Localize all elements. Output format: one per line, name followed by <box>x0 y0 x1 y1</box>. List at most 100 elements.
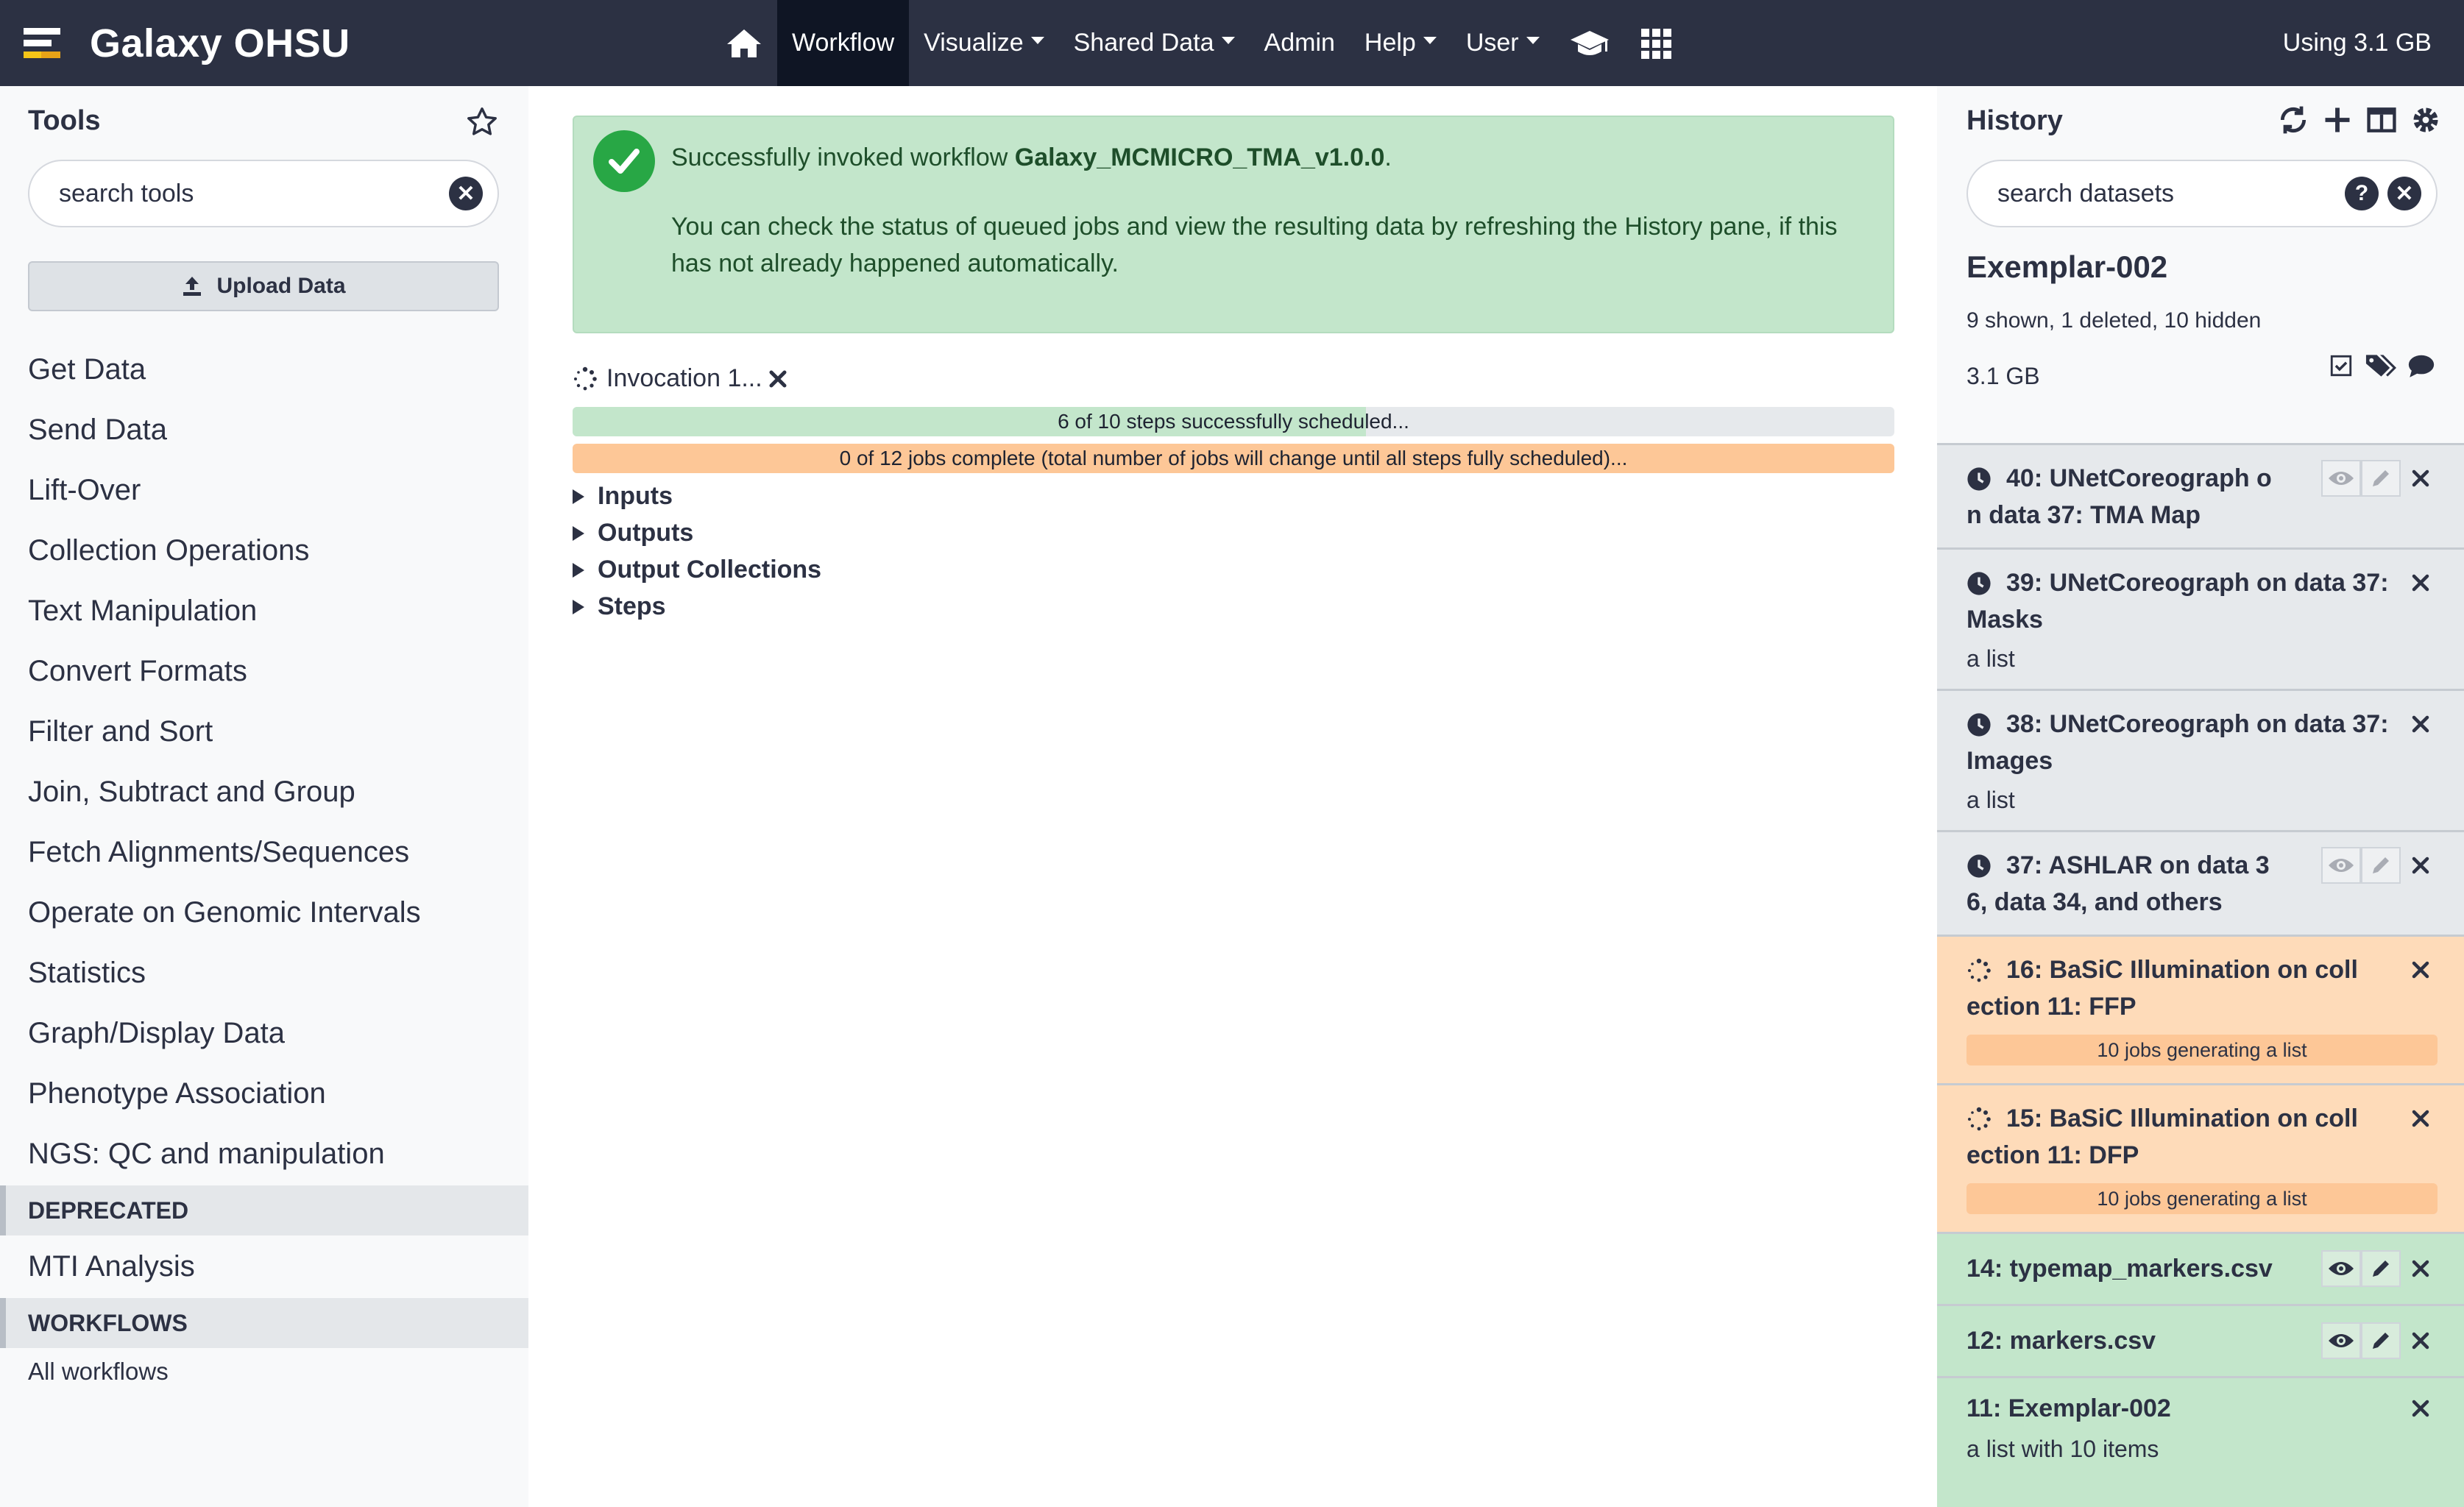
close-icon[interactable] <box>768 369 787 389</box>
nav-admin[interactable]: Admin <box>1250 0 1350 86</box>
grid-icon <box>1640 27 1672 60</box>
nav-home[interactable] <box>711 0 777 86</box>
alert-body: You can check the status of queued jobs … <box>671 213 1838 277</box>
history-item-buttons <box>2401 1100 2440 1137</box>
history-item[interactable]: 12: markers.csv <box>1937 1304 2464 1376</box>
pencil-icon[interactable] <box>2361 1322 2401 1359</box>
tool-section-fetch-alignments[interactable]: Fetch Alignments/Sequences <box>28 836 409 869</box>
history-item[interactable]: 14: typemap_markers.csv <box>1937 1232 2464 1304</box>
tags-icon[interactable] <box>2364 352 2396 379</box>
delete-icon[interactable] <box>2401 460 2440 497</box>
tool-section-graph-display[interactable]: Graph/Display Data <box>28 1017 285 1050</box>
eye-icon[interactable] <box>2321 460 2361 497</box>
galaxy-logo-icon <box>22 22 65 65</box>
help-icon[interactable]: ? <box>2345 177 2379 210</box>
history-item[interactable]: 39: UNetCoreograph on data 37: Masks a l… <box>1937 547 2464 689</box>
caret-right-icon <box>573 562 584 578</box>
tool-section-text-manipulation[interactable]: Text Manipulation <box>28 595 257 628</box>
caret-down-icon <box>1221 36 1235 44</box>
eye-icon[interactable] <box>2321 847 2361 884</box>
delete-icon[interactable] <box>2401 847 2440 884</box>
upload-data-button[interactable]: Upload Data <box>28 261 499 311</box>
delete-icon[interactable] <box>2401 1100 2440 1137</box>
plus-icon[interactable] <box>2321 104 2354 136</box>
delete-icon[interactable] <box>2401 564 2440 601</box>
outputs-toggle[interactable]: Outputs <box>573 519 693 547</box>
nav-apps[interactable] <box>1625 0 1687 86</box>
tool-section-filter-and-sort[interactable]: Filter and Sort <box>28 715 213 748</box>
history-panel-title: History <box>1966 105 2063 136</box>
caret-down-icon <box>1030 36 1044 44</box>
all-workflows-link[interactable]: All workflows <box>28 1358 169 1386</box>
dataset-search-input[interactable]: search datasets ? ✕ <box>1966 160 2438 227</box>
history-item[interactable]: 40: UNetCoreograph o n data 37: TMA Map <box>1937 443 2464 547</box>
history-name[interactable]: Exemplar-002 <box>1966 249 2167 285</box>
star-icon[interactable] <box>465 105 499 139</box>
tool-section-mti-analysis[interactable]: MTI Analysis <box>28 1250 195 1283</box>
history-item-buttons <box>2401 706 2440 742</box>
jobs-progress-text: 0 of 12 jobs complete (total number of j… <box>839 447 1628 469</box>
delete-icon[interactable] <box>2401 1390 2440 1427</box>
gear-icon[interactable] <box>2410 104 2442 136</box>
brand-title: Galaxy OHSU <box>90 21 350 65</box>
nav-help[interactable]: Help <box>1350 0 1451 86</box>
quota-usage[interactable]: Using 3.1 GB <box>2283 0 2432 86</box>
caret-right-icon <box>573 525 584 541</box>
tool-search-placeholder: search tools <box>59 179 194 208</box>
tool-section-send-data[interactable]: Send Data <box>28 414 167 447</box>
tool-search-input[interactable]: search tools ✕ <box>28 160 499 227</box>
inputs-toggle[interactable]: Inputs <box>573 482 673 511</box>
clear-search-icon[interactable]: ✕ <box>2387 177 2421 210</box>
tool-section-collection-operations[interactable]: Collection Operations <box>28 534 309 567</box>
tool-section-genomic-intervals[interactable]: Operate on Genomic Intervals <box>28 896 421 929</box>
delete-icon[interactable] <box>2401 951 2440 988</box>
history-item-buttons <box>2401 1390 2440 1427</box>
output-collections-toggle[interactable]: Output Collections <box>573 556 821 584</box>
nav-workflow[interactable]: Workflow <box>777 0 910 86</box>
history-item-buttons <box>2401 951 2440 988</box>
tool-section-ngs-qc[interactable]: NGS: QC and manipulation <box>28 1138 385 1171</box>
jobs-progress-bar: 0 of 12 jobs complete (total number of j… <box>573 444 1894 473</box>
pencil-icon[interactable] <box>2361 1250 2401 1287</box>
dataset-search-placeholder: search datasets <box>1997 179 2175 208</box>
nav-user[interactable]: User <box>1451 0 1554 86</box>
delete-icon[interactable] <box>2401 1322 2440 1359</box>
tool-section-convert-formats[interactable]: Convert Formats <box>28 655 247 688</box>
check-circle-icon <box>593 130 655 192</box>
pencil-icon[interactable] <box>2361 847 2401 884</box>
nav-user-label: User <box>1465 29 1519 57</box>
comment-icon[interactable] <box>2407 352 2436 379</box>
nav-visualize[interactable]: Visualize <box>909 0 1058 86</box>
nav-training[interactable] <box>1554 0 1625 86</box>
graduation-cap-icon <box>1569 28 1610 59</box>
nav-shared-data[interactable]: Shared Data <box>1059 0 1250 86</box>
refresh-icon[interactable] <box>2277 104 2309 136</box>
eye-icon[interactable] <box>2321 1250 2361 1287</box>
tool-section-join-subtract-group[interactable]: Join, Subtract and Group <box>28 776 355 809</box>
history-toolbar <box>2277 104 2442 136</box>
history-item[interactable]: 15: BaSiC Illumination on coll ection 11… <box>1937 1083 2464 1232</box>
brand-link[interactable]: Galaxy OHSU <box>22 0 350 86</box>
history-size: 3.1 GB <box>1966 363 2040 389</box>
history-item[interactable]: 38: UNetCoreograph on data 37: Images a … <box>1937 689 2464 830</box>
tool-panel: Tools search tools ✕ Upload Data Get Dat… <box>0 86 528 1507</box>
check-square-icon[interactable] <box>2329 353 2354 378</box>
pencil-icon[interactable] <box>2361 460 2401 497</box>
tool-section-lift-over[interactable]: Lift-Over <box>28 474 141 507</box>
tool-label-workflows: WORKFLOWS <box>0 1298 528 1348</box>
nav-visualize-label: Visualize <box>924 29 1024 57</box>
history-item[interactable]: 37: ASHLAR on data 3 6, data 34, and oth… <box>1937 830 2464 935</box>
tool-section-phenotype-association[interactable]: Phenotype Association <box>28 1077 326 1110</box>
tool-section-get-data[interactable]: Get Data <box>28 353 146 386</box>
history-counts[interactable]: 9 shown, 1 deleted, 10 hidden <box>1966 308 2261 333</box>
delete-icon[interactable] <box>2401 1250 2440 1287</box>
eye-icon[interactable] <box>2321 1322 2361 1359</box>
clear-search-icon[interactable]: ✕ <box>449 177 483 210</box>
history-item[interactable]: 16: BaSiC Illumination on coll ection 11… <box>1937 935 2464 1083</box>
columns-icon[interactable] <box>2365 104 2398 136</box>
delete-icon[interactable] <box>2401 706 2440 742</box>
history-item[interactable]: 11: Exemplar-002 a list with 10 items <box>1937 1376 2464 1507</box>
steps-toggle[interactable]: Steps <box>573 592 666 621</box>
caret-down-icon <box>1423 36 1437 44</box>
tool-section-statistics[interactable]: Statistics <box>28 957 146 990</box>
